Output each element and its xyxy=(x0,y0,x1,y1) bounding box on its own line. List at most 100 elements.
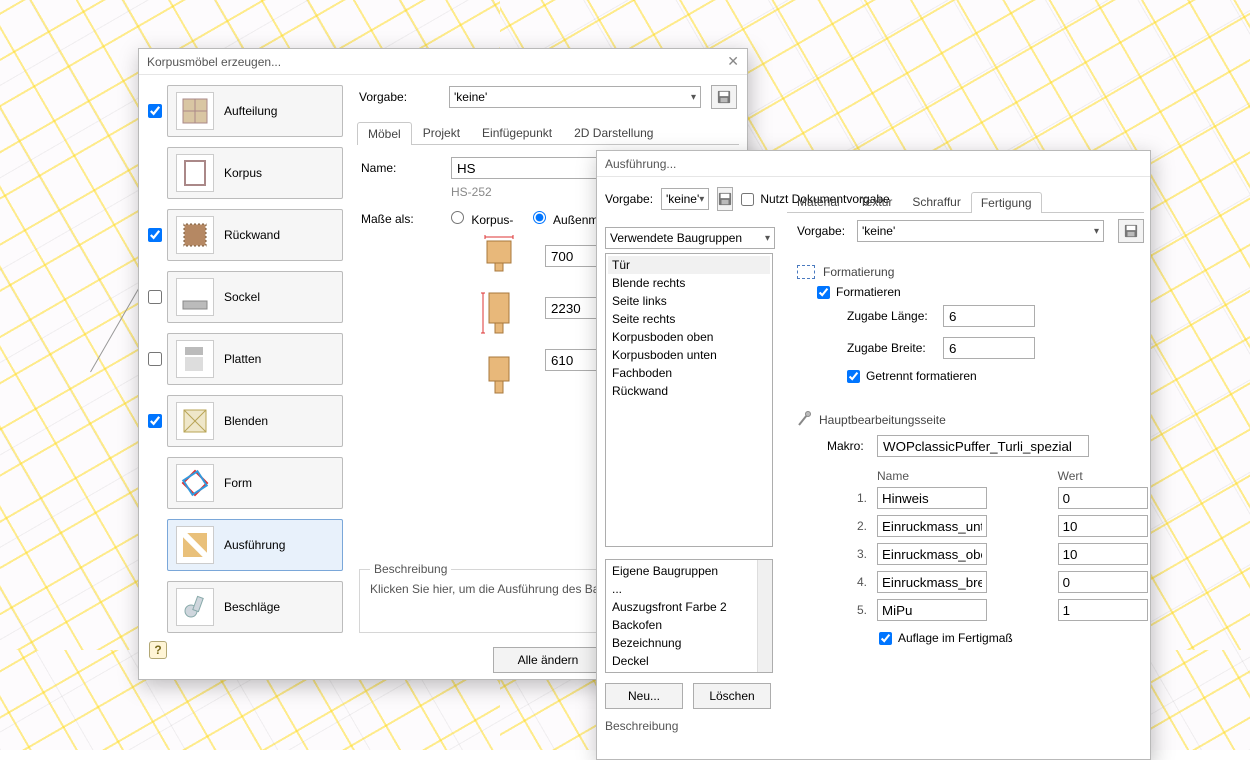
save-icon-button[interactable] xyxy=(1118,219,1144,243)
tab-strip: MöbelProjektEinfügepunkt2D Darstellung xyxy=(357,121,739,145)
baugruppen-selector[interactable]: Verwendete Baugruppen▾ xyxy=(605,227,775,249)
param-name-input[interactable] xyxy=(877,487,987,509)
row-index: 1. xyxy=(849,485,871,511)
vorgabe-label: Vorgabe: xyxy=(797,224,849,238)
save-icon-button[interactable] xyxy=(711,85,737,109)
auflage-checkbox[interactable]: Auflage im Fertigmaß xyxy=(879,631,1144,645)
list-item[interactable]: Backofen xyxy=(608,616,758,634)
beschreibung-title: Beschreibung xyxy=(370,562,451,576)
param-name-input[interactable] xyxy=(877,543,987,565)
list-item[interactable]: Seite links xyxy=(608,292,770,310)
titlebar[interactable]: Korpusmöbel erzeugen... ✕ xyxy=(139,49,747,75)
tab-textur[interactable]: Textur xyxy=(850,191,903,212)
category-platten[interactable]: Platten xyxy=(167,333,343,385)
category-form[interactable]: Form xyxy=(167,457,343,509)
param-wert-input[interactable] xyxy=(1058,599,1148,621)
alle-aendern-button[interactable]: Alle ändern xyxy=(493,647,604,673)
category-checkbox-platten[interactable] xyxy=(148,352,162,366)
tab-projekt[interactable]: Projekt xyxy=(412,121,471,144)
neu-button[interactable]: Neu... xyxy=(605,683,683,709)
category-checkbox-aufteilung[interactable] xyxy=(148,104,162,118)
param-wert-input[interactable] xyxy=(1058,571,1148,593)
vorgabe-combo-fertigung[interactable]: 'keine'▾ xyxy=(857,220,1104,242)
formatierung-title: Formatierung xyxy=(823,265,894,279)
category-label: Korpus xyxy=(224,166,262,180)
list-item[interactable]: Fachboden xyxy=(608,364,770,382)
rueckwand-icon xyxy=(176,216,214,254)
param-name-input[interactable] xyxy=(877,571,987,593)
zugabe-laenge-input[interactable] xyxy=(943,305,1035,327)
list-item[interactable]: Rückwand xyxy=(608,382,770,400)
dimension-diagrams xyxy=(465,233,531,399)
zugabe-breite-input[interactable] xyxy=(943,337,1035,359)
param-wert-input[interactable] xyxy=(1058,487,1148,509)
chevron-down-icon: ▾ xyxy=(699,194,704,205)
tab-strip: MaterialTexturSchraffurFertigung xyxy=(787,191,1144,213)
col-name: Name xyxy=(873,469,1052,483)
category-aufteilung[interactable]: Aufteilung xyxy=(167,85,343,137)
close-icon[interactable]: ✕ xyxy=(709,53,739,70)
tab-material[interactable]: Material xyxy=(787,191,850,212)
zugabe-laenge-label: Zugabe Länge: xyxy=(847,309,943,323)
table-row: 1. xyxy=(849,485,1202,511)
ausfuehrung-icon xyxy=(176,526,214,564)
makro-input[interactable] xyxy=(877,435,1089,457)
list-item[interactable]: Tür xyxy=(608,256,770,274)
category-ausfuehrung[interactable]: Ausführung xyxy=(167,519,343,571)
category-checkbox-blenden[interactable] xyxy=(148,414,162,428)
formatieren-checkbox[interactable]: Formatieren xyxy=(817,285,1144,299)
list-item[interactable]: Blende rechts xyxy=(608,274,770,292)
makro-label: Makro: xyxy=(827,439,877,453)
name-input[interactable] xyxy=(451,157,601,179)
dialog-ausfuehrung: Ausführung... ✕ Vorgabe: 'keine'▾ Nutzt … xyxy=(596,150,1151,760)
list-item[interactable]: Korpusboden unten xyxy=(608,346,770,364)
category-sockel[interactable]: Sockel xyxy=(167,271,343,323)
row-index: 4. xyxy=(849,569,871,595)
loeschen-button[interactable]: Löschen xyxy=(693,683,771,709)
save-icon-button[interactable] xyxy=(717,187,733,211)
category-korpus[interactable]: Korpus xyxy=(167,147,343,199)
list-item[interactable]: front xyxy=(608,670,758,673)
blenden-icon xyxy=(176,402,214,440)
vorgabe-combo[interactable]: 'keine'▾ xyxy=(661,188,709,210)
list-item[interactable]: Deckel xyxy=(608,652,758,670)
haupt-title: Hauptbearbeitungsseite xyxy=(819,413,946,427)
radio-korpus[interactable]: Korpus- xyxy=(451,211,513,227)
machining-icon xyxy=(797,411,811,429)
list-item[interactable]: Auszugsfront Farbe 2 xyxy=(608,598,758,616)
baugruppen-list[interactable]: TürBlende rechtsSeite linksSeite rechtsK… xyxy=(605,253,773,547)
getrennt-formatieren-checkbox[interactable]: Getrennt formatieren xyxy=(847,369,1144,383)
category-beschlaege[interactable]: Beschläge xyxy=(167,581,343,633)
list-item[interactable]: Seite rechts xyxy=(608,310,770,328)
category-label: Blenden xyxy=(224,414,268,428)
tab-einfügepunkt[interactable]: Einfügepunkt xyxy=(471,121,563,144)
list-item[interactable]: Bezeichnung xyxy=(608,634,758,652)
list-item[interactable]: ... xyxy=(608,580,758,598)
param-wert-input[interactable] xyxy=(1058,515,1148,537)
chevron-down-icon: ▾ xyxy=(691,92,696,103)
category-blenden[interactable]: Blenden xyxy=(167,395,343,447)
tab-2d-darstellung[interactable]: 2D Darstellung xyxy=(563,121,664,144)
titlebar[interactable]: Ausführung... ✕ xyxy=(597,151,1150,177)
param-wert-input[interactable] xyxy=(1058,543,1148,565)
beschreibung-label: Beschreibung xyxy=(605,719,773,733)
name-label: Name: xyxy=(361,161,451,175)
list-item[interactable]: Korpusboden oben xyxy=(608,328,770,346)
category-checkbox-rueckwand[interactable] xyxy=(148,228,162,242)
makro-param-table: Name Wert 1.2.3.4.5. xyxy=(847,467,1204,625)
table-row: 5. xyxy=(849,597,1202,623)
param-name-input[interactable] xyxy=(877,599,987,621)
vorgabe-combo[interactable]: 'keine' ▾ xyxy=(449,86,701,108)
help-icon[interactable]: ? xyxy=(149,641,167,659)
zugabe-breite-label: Zugabe Breite: xyxy=(847,341,943,355)
tab-schraffur[interactable]: Schraffur xyxy=(902,191,970,212)
category-sidebar: Aufteilung Korpus Rückwand Sockel Platten Ble… xyxy=(139,75,349,679)
param-name-input[interactable] xyxy=(877,515,987,537)
eigene-baugruppen-list[interactable]: Eigene Baugruppen...Auszugsfront Farbe 2… xyxy=(605,559,773,673)
row-index: 3. xyxy=(849,541,871,567)
radio-aussen[interactable]: Außenma xyxy=(533,211,605,227)
category-rueckwand[interactable]: Rückwand xyxy=(167,209,343,261)
tab-fertigung[interactable]: Fertigung xyxy=(971,192,1042,213)
tab-möbel[interactable]: Möbel xyxy=(357,122,412,145)
category-checkbox-sockel[interactable] xyxy=(148,290,162,304)
